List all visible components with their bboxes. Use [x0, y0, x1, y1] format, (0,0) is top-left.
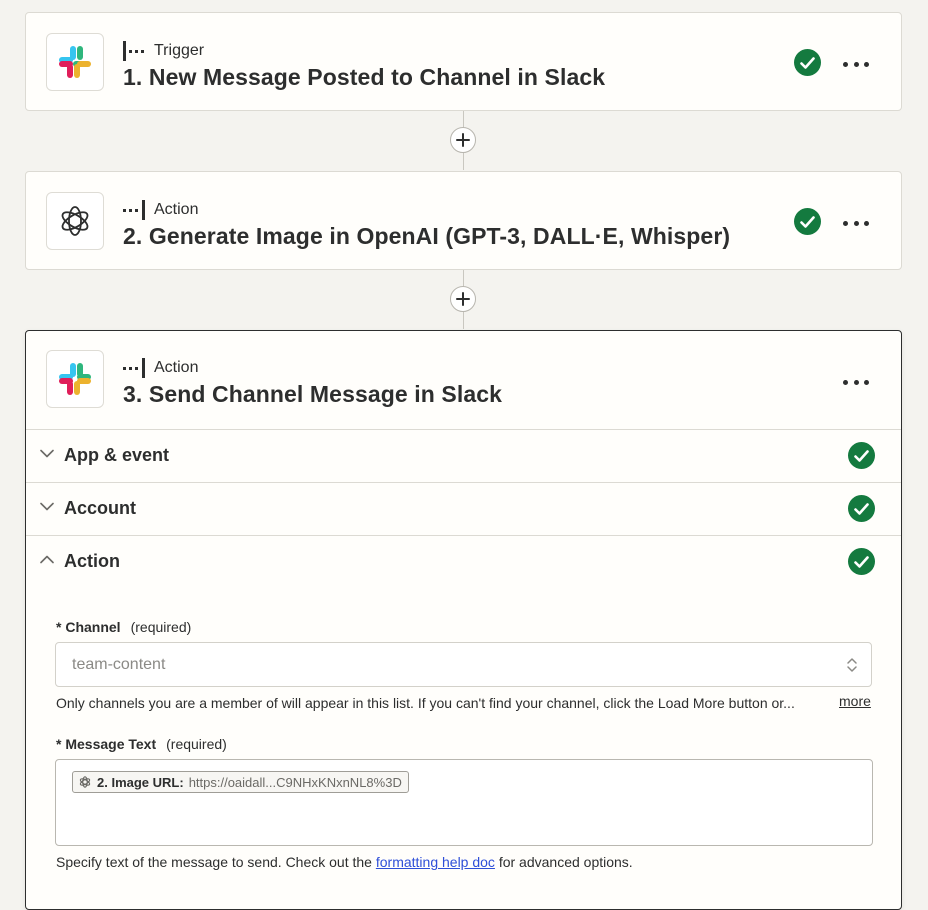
message-text-help-text: Specify text of the message to send. Che…: [56, 854, 633, 870]
step-type: Trigger: [123, 41, 204, 61]
section-label: App & event: [64, 445, 170, 465]
action-step-card[interactable]: Action 2. Generate Image in OpenAI (GPT-…: [25, 171, 902, 270]
step-type: Action: [123, 200, 198, 220]
required-note: (required): [130, 619, 192, 635]
step-type: Action: [123, 358, 198, 378]
message-text-label-text: * Message Text: [56, 736, 157, 752]
more-link[interactable]: more: [839, 693, 871, 709]
trigger-step-card[interactable]: Trigger 1. New Message Posted to Channel…: [25, 12, 902, 111]
chevron-down-icon: [40, 449, 54, 458]
action-icon: [123, 358, 145, 378]
section-action[interactable]: Action: [26, 535, 901, 588]
more-options-button[interactable]: [843, 378, 869, 386]
step-title: 2. Generate Image in OpenAI (GPT-3, DALL…: [123, 223, 731, 249]
add-step-button[interactable]: [450, 286, 476, 312]
more-options-button[interactable]: [843, 60, 869, 68]
add-step-button[interactable]: [450, 127, 476, 153]
message-text-input[interactable]: 2. Image URL: https://oaidall...C9NHxKNx…: [55, 759, 873, 846]
plus-icon: [456, 292, 470, 306]
step-type-label: Action: [154, 359, 199, 376]
step-type-label: Trigger: [154, 42, 205, 59]
channel-label-text: * Channel: [56, 619, 121, 635]
mapped-field-pill[interactable]: 2. Image URL: https://oaidall...C9NHxKNx…: [72, 771, 409, 793]
section-label: Action: [64, 551, 120, 571]
check-icon: [848, 442, 875, 469]
channel-help-text: Only channels you are a member of will a…: [56, 695, 795, 711]
slack-icon: [46, 350, 104, 408]
help-suffix: for advanced options.: [494, 854, 633, 870]
chevron-down-icon: [40, 502, 54, 511]
pill-label: 2. Image URL:: [97, 774, 184, 790]
openai-icon: [79, 776, 91, 788]
pill-value: https://oaidall...C9NHxKNxnNL8%3D: [188, 774, 402, 790]
formatting-help-link[interactable]: formatting help doc: [376, 854, 495, 870]
more-options-button[interactable]: [843, 219, 869, 227]
plus-icon: [456, 133, 470, 147]
select-arrows-icon: [847, 658, 857, 672]
chevron-up-icon: [40, 555, 54, 564]
section-account[interactable]: Account: [26, 482, 901, 535]
channel-field-label: * Channel (required): [56, 619, 191, 635]
check-icon: [848, 548, 875, 575]
check-icon: [794, 49, 821, 76]
channel-select[interactable]: team-content: [55, 642, 872, 687]
step-type-label: Action: [154, 201, 199, 218]
help-prefix: Specify text of the message to send. Che…: [56, 854, 376, 870]
step-title: 1. New Message Posted to Channel in Slac…: [123, 64, 606, 90]
required-note: (required): [166, 736, 227, 752]
action-icon: [123, 200, 145, 220]
channel-select-value: team-content: [72, 656, 166, 673]
section-app-event[interactable]: App & event: [26, 429, 901, 482]
action-step-card-expanded: Action 3. Send Channel Message in Slack …: [25, 330, 902, 910]
check-icon: [794, 208, 821, 235]
trigger-icon: [123, 41, 144, 61]
section-label: Account: [64, 498, 136, 518]
message-text-field-label: * Message Text (required): [56, 736, 227, 752]
step-title: 3. Send Channel Message in Slack: [123, 381, 503, 407]
check-icon: [848, 495, 875, 522]
slack-icon: [46, 33, 104, 91]
openai-icon: [46, 192, 104, 250]
